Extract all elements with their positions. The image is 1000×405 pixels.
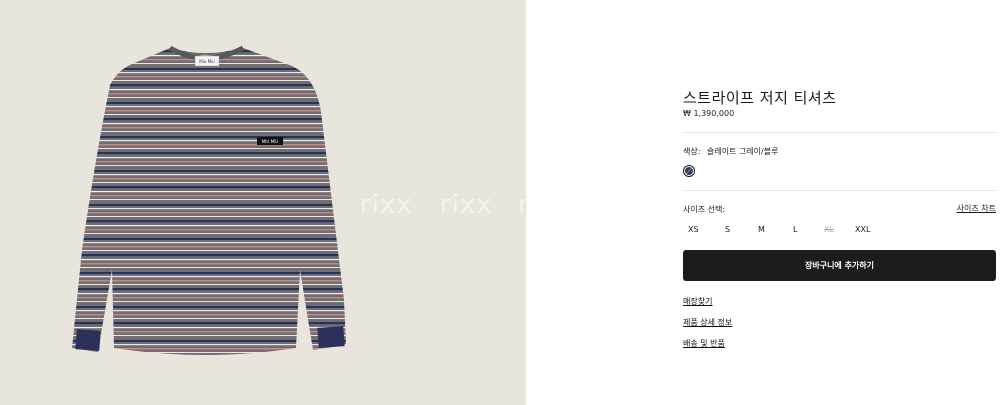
product-price: ₩ 1,390,000 <box>683 109 735 118</box>
product-title: 스트라이프 저지 티셔츠 <box>683 89 837 107</box>
swatch-fill <box>685 167 693 175</box>
size-select-label: 사이즈 선택: <box>683 205 726 214</box>
pocket-label: MIU MIU <box>262 139 278 144</box>
watermark-text: rixx <box>440 190 493 220</box>
divider <box>683 190 996 191</box>
size-option-xs[interactable]: XS <box>688 225 699 234</box>
add-to-cart-button[interactable]: 장바구니에 추가하기 <box>683 250 996 281</box>
size-chart-link[interactable]: 사이즈 차트 <box>957 203 996 214</box>
size-option-l[interactable]: L <box>793 225 797 234</box>
product-details-link[interactable]: 제품 상세 정보 <box>683 317 732 328</box>
collar-label: Miu Miu <box>199 59 215 64</box>
divider <box>683 132 996 133</box>
shipping-returns-link[interactable]: 배송 및 반품 <box>683 338 725 349</box>
size-option-m[interactable]: M <box>758 225 765 234</box>
store-finder-link[interactable]: 매장찾기 <box>683 296 712 307</box>
color-value: 슬레이트 그레이/블루 <box>706 147 779 156</box>
watermark-text: rixx <box>360 190 413 220</box>
watermark-text: ri <box>518 190 526 220</box>
size-option-xl: XL <box>824 225 834 234</box>
product-info-panel: 스트라이프 저지 티셔츠 ₩ 1,390,000 색상: 슬레이트 그레이/블루… <box>683 0 996 405</box>
product-image[interactable]: Miu Miu MIU MIU rixx rixx ri <box>0 0 526 405</box>
size-option-s[interactable]: S <box>725 225 730 234</box>
color-swatch[interactable] <box>683 165 695 177</box>
color-info: 색상: 슬레이트 그레이/블루 <box>683 146 778 157</box>
size-option-xxl[interactable]: XXL <box>855 225 870 234</box>
color-label: 색상: <box>683 147 701 156</box>
